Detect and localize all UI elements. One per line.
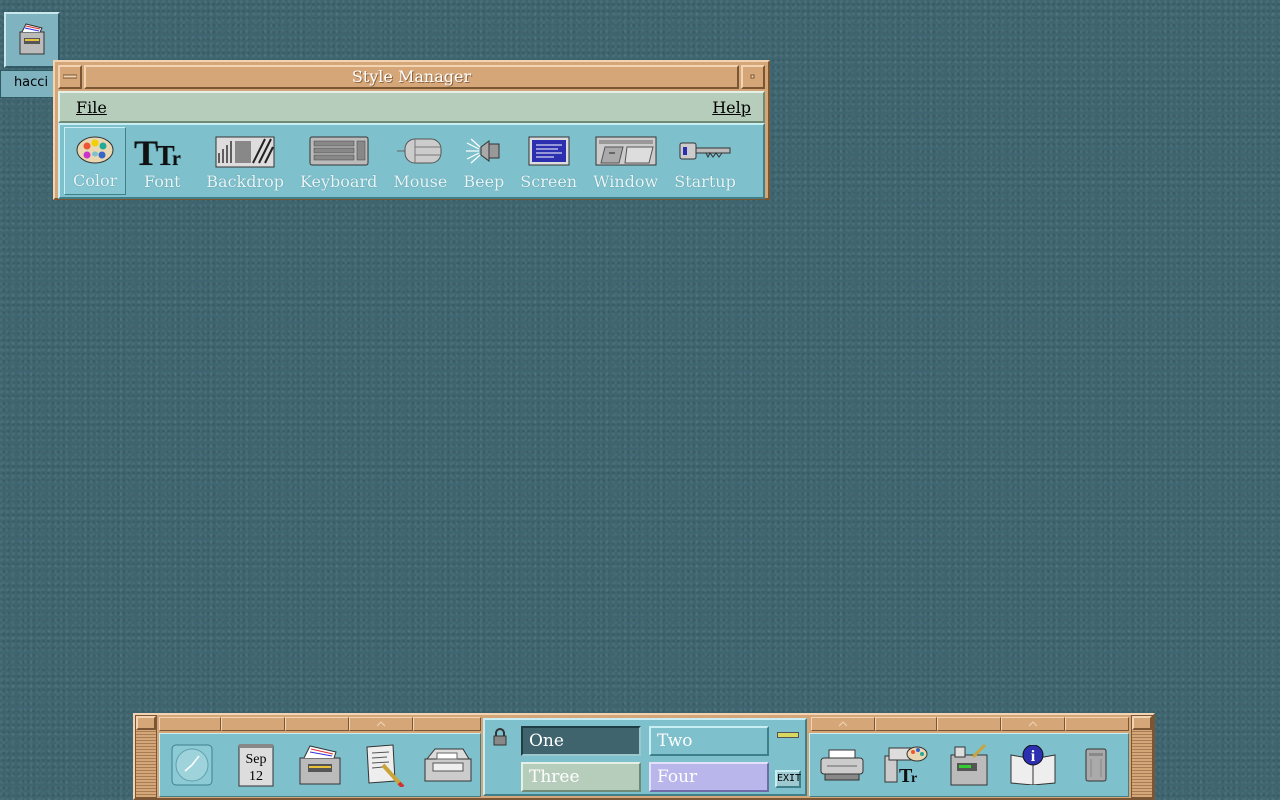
clock-control[interactable] <box>160 735 224 795</box>
trash-control[interactable] <box>1064 735 1128 795</box>
screen-icon <box>528 130 570 172</box>
style-manager-control[interactable]: T r <box>874 735 938 795</box>
style-manager-window: Style Manager File Help Color T T r Font… <box>53 60 770 200</box>
tool-font-label: Font <box>143 172 181 191</box>
printer-icon <box>820 749 864 781</box>
tool-screen-label: Screen <box>520 172 578 191</box>
tool-color[interactable]: Color <box>64 127 127 195</box>
lock-screen-button[interactable] <box>493 728 507 750</box>
left-controls: Sep 12 <box>159 733 481 797</box>
tool-screen[interactable]: Screen <box>512 127 585 195</box>
tool-mouse-label: Mouse <box>393 172 448 191</box>
svg-text:12: 12 <box>249 769 263 784</box>
tool-color-label: Color <box>73 171 118 190</box>
calendar-icon: Sep 12 <box>238 744 274 787</box>
trash-can-icon <box>1085 748 1107 782</box>
panel-handle-left[interactable] <box>135 715 157 798</box>
svg-text:T: T <box>134 133 158 169</box>
subpanel-tab-apps[interactable] <box>937 717 1001 731</box>
menu-help[interactable]: Help <box>712 98 751 117</box>
menu-file[interactable]: File <box>76 98 107 117</box>
palette-icon <box>75 129 115 171</box>
style-manager-icon: T r <box>884 746 928 786</box>
tool-font[interactable]: T T r Font <box>126 127 198 195</box>
desktop-icon-home-folder[interactable]: hacci <box>0 12 62 98</box>
mouse-icon <box>397 130 443 172</box>
app-manager-control[interactable] <box>937 735 1001 795</box>
window-titlebar[interactable]: Style Manager <box>58 65 765 91</box>
subpanel-tab-clock[interactable] <box>159 717 221 731</box>
key-icon <box>678 130 732 172</box>
panel-handle-right[interactable] <box>1131 715 1153 798</box>
svg-text:i: i <box>1030 748 1035 765</box>
help-manager-control[interactable]: i <box>1001 735 1065 795</box>
tool-startup-label: Startup <box>674 172 736 191</box>
tool-window[interactable]: Window <box>585 127 666 195</box>
panel-minimize-button[interactable] <box>1132 716 1152 730</box>
exit-button[interactable]: EXIT <box>775 770 801 788</box>
workspace-switch: One Two Three Four EXIT <box>483 718 807 796</box>
subpanel-tab-trash[interactable] <box>1065 717 1129 731</box>
subpanel-tab-style[interactable] <box>875 717 937 731</box>
subpanel-tab-mail[interactable] <box>413 717 481 731</box>
subpanel-tab-editor[interactable] <box>349 717 413 731</box>
file-manager-icon <box>299 745 341 785</box>
subpanel-tab-files[interactable] <box>285 717 349 731</box>
arrow-up-icon <box>838 721 848 727</box>
calendar-control[interactable]: Sep 12 <box>224 735 288 795</box>
right-controls: T r i <box>809 733 1129 797</box>
workspace-two-button[interactable]: Two <box>649 726 769 756</box>
subpanel-tab-calendar[interactable] <box>221 717 285 731</box>
tool-backdrop[interactable]: Backdrop <box>198 127 292 195</box>
printer-control[interactable] <box>810 735 874 795</box>
minimize-button[interactable] <box>741 65 765 89</box>
subpanel-tab-help[interactable] <box>1001 717 1065 731</box>
arrow-up-icon <box>1028 721 1038 727</box>
tool-window-label: Window <box>593 172 659 191</box>
file-manager-icon <box>4 12 60 68</box>
window-icon <box>595 130 657 172</box>
mailer-control[interactable] <box>416 735 480 795</box>
keyboard-icon <box>309 130 369 172</box>
font-icon: T T r <box>134 130 190 172</box>
lock-icon <box>493 728 507 746</box>
tool-keyboard-label: Keyboard <box>300 172 378 191</box>
file-manager-control[interactable] <box>288 735 352 795</box>
mailbox-icon <box>424 748 472 782</box>
menubar: File Help <box>58 91 765 123</box>
workspace-one-button[interactable]: One <box>521 726 641 756</box>
tool-mouse[interactable]: Mouse <box>385 127 455 195</box>
front-panel: Sep 12 One Two Three Four EXIT T r i <box>133 713 1155 800</box>
clock-icon <box>171 744 213 786</box>
backdrop-icon <box>215 130 275 172</box>
tool-beep-label: Beep <box>463 172 505 191</box>
help-book-icon: i <box>1010 745 1056 785</box>
svg-text:r: r <box>911 771 917 786</box>
subpanel-tab-printer[interactable] <box>811 717 875 731</box>
style-toolbar: Color T T r Font Backdrop Keyboard Mouse… <box>58 123 765 199</box>
tool-backdrop-label: Backdrop <box>206 172 284 191</box>
left-subpanel-tabs <box>159 717 481 731</box>
speaker-icon <box>465 130 503 172</box>
right-subpanel-tabs <box>811 717 1129 731</box>
svg-text:Sep: Sep <box>246 752 267 767</box>
tool-startup[interactable]: Startup <box>666 127 744 195</box>
tool-keyboard[interactable]: Keyboard <box>292 127 385 195</box>
svg-text:r: r <box>172 148 181 169</box>
workspace-three-button[interactable]: Three <box>521 762 641 792</box>
panel-menu-button[interactable] <box>136 716 156 730</box>
window-menu-button[interactable] <box>58 65 82 89</box>
busy-indicator-icon <box>777 732 799 738</box>
text-editor-icon <box>366 744 405 787</box>
arrow-up-icon <box>376 721 386 727</box>
workspace-four-button[interactable]: Four <box>649 762 769 792</box>
window-title: Style Manager <box>84 65 739 89</box>
text-editor-control[interactable] <box>352 735 416 795</box>
app-manager-icon <box>950 743 988 786</box>
tool-beep[interactable]: Beep <box>455 127 512 195</box>
